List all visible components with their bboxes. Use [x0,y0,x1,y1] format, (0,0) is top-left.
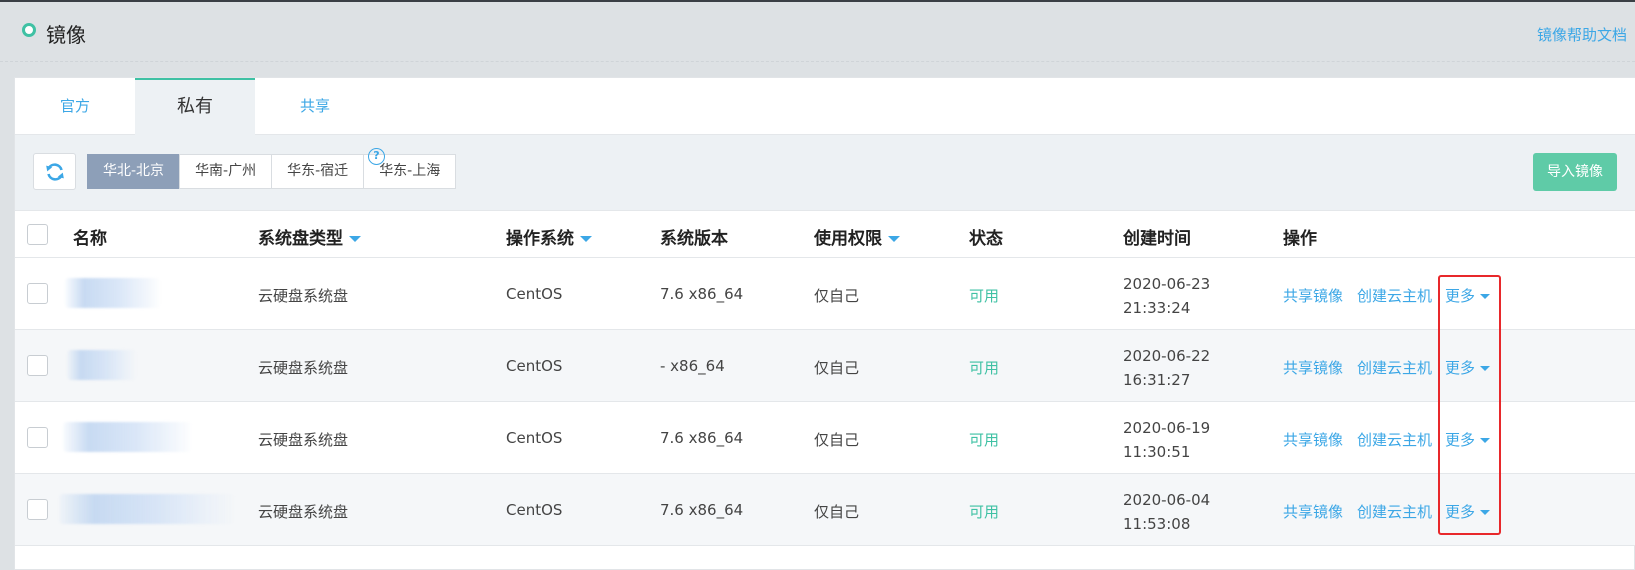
os-cell: CentOS [506,285,563,303]
row-checkbox[interactable] [27,283,48,304]
disk-type-cell: 云硬盘系统盘 [258,431,349,449]
table-row: 云硬盘系统盘 CentOS - x86_64 仅自己 可用 2020-06-22… [15,330,1635,402]
share-image-link[interactable]: 共享镜像 [1283,501,1343,522]
tab-official[interactable]: 官方 [15,78,135,135]
row-checkbox[interactable] [27,427,48,448]
tab-bar: 官方 私有 共享 [15,78,1635,135]
title-ring-icon [22,23,36,37]
created-cell: 2020-06-19 11:30:51 [1123,416,1210,464]
col-permission: 使用权限 [814,224,900,249]
image-panel: 官方 私有 共享 华北-北京 华南-广州 华东-宿迁 华东-上海 导入镜像 名称… [14,77,1635,570]
tab-private[interactable]: 私有 [135,78,255,135]
refresh-icon [46,163,64,181]
created-time: 11:30:51 [1123,443,1191,461]
table-header: 名称 系统盘类型 操作系统 系统版本 使用权限 状态 创建时间 操作 [15,211,1635,258]
refresh-button[interactable] [33,153,76,190]
region-selector: 华北-北京 华南-广州 华东-宿迁 华东-上海 [87,154,457,189]
col-created: 创建时间 [1123,229,1191,249]
status-cell: 可用 [969,431,1000,449]
permission-cell: 仅自己 [814,431,860,449]
disk-type-cell: 云硬盘系统盘 [258,359,349,377]
row-checkbox[interactable] [27,355,48,376]
permission-cell: 仅自己 [814,359,860,377]
name-redacted [67,350,137,380]
page-title: 镜像 [46,23,86,47]
created-cell: 2020-06-23 21:33:24 [1123,272,1210,320]
col-status: 状态 [969,229,1003,249]
col-disk-type-label: 系统盘类型 [258,229,343,249]
col-disk-type: 系统盘类型 [258,224,361,249]
name-redacted [63,422,193,452]
created-date: 2020-06-22 [1123,347,1211,365]
col-name: 名称 [73,229,107,249]
col-permission-label: 使用权限 [814,229,882,249]
status-cell: 可用 [969,503,1000,521]
table-row: 云硬盘系统盘 CentOS 7.6 x86_64 仅自己 可用 2020-06-… [15,402,1635,474]
col-os-label: 操作系统 [506,229,574,249]
share-image-link[interactable]: 共享镜像 [1283,429,1343,450]
status-cell: 可用 [969,287,1000,305]
created-cell: 2020-06-04 11:53:08 [1123,488,1210,536]
create-host-link[interactable]: 创建云主机 [1357,429,1432,450]
region-beijing[interactable]: 华北-北京 [87,154,181,189]
created-cell: 2020-06-22 16:31:27 [1123,344,1210,392]
select-all-checkbox[interactable] [27,224,48,245]
region-suqian[interactable]: 华东-宿迁 [271,154,365,189]
name-redacted [59,494,235,524]
version-cell: 7.6 x86_64 [660,429,744,447]
page-header: 镜像 镜像帮助文档 [0,2,1635,62]
created-date: 2020-06-04 [1123,491,1211,509]
permission-cell: 仅自己 [814,503,860,521]
question-mark-icon[interactable]: ? [368,148,385,165]
version-cell: - x86_64 [660,357,725,375]
table-row: 云硬盘系统盘 CentOS 7.6 x86_64 仅自己 可用 2020-06-… [15,474,1635,546]
permission-filter-icon[interactable] [888,236,900,242]
toolbar: 华北-北京 华南-广州 华东-宿迁 华东-上海 导入镜像 [15,135,1635,211]
os-cell: CentOS [506,429,563,447]
disk-type-cell: 云硬盘系统盘 [258,503,349,521]
tab-shared[interactable]: 共享 [255,78,375,135]
create-host-link[interactable]: 创建云主机 [1357,357,1432,378]
share-image-link[interactable]: 共享镜像 [1283,357,1343,378]
share-image-link[interactable]: 共享镜像 [1283,285,1343,306]
version-cell: 7.6 x86_64 [660,501,744,519]
disk-type-filter-icon[interactable] [349,236,361,242]
os-cell: CentOS [506,501,563,519]
row-checkbox[interactable] [27,499,48,520]
created-time: 11:53:08 [1123,515,1191,533]
col-actions: 操作 [1283,229,1317,249]
status-cell: 可用 [969,359,1000,377]
disk-type-cell: 云硬盘系统盘 [258,287,349,305]
os-filter-icon[interactable] [580,236,592,242]
help-doc-link[interactable]: 镜像帮助文档 [1537,24,1627,45]
create-host-link[interactable]: 创建云主机 [1357,285,1432,306]
created-time: 21:33:24 [1123,299,1191,317]
permission-cell: 仅自己 [814,287,860,305]
name-redacted [65,278,161,308]
region-guangzhou[interactable]: 华南-广州 [179,154,273,189]
create-host-link[interactable]: 创建云主机 [1357,501,1432,522]
col-version: 系统版本 [660,229,728,249]
created-time: 16:31:27 [1123,371,1191,389]
col-os: 操作系统 [506,224,592,249]
import-image-button[interactable]: 导入镜像 [1533,153,1617,191]
annotation-highlight-box [1438,275,1501,535]
created-date: 2020-06-19 [1123,419,1211,437]
table-row: 云硬盘系统盘 CentOS 7.6 x86_64 仅自己 可用 2020-06-… [15,258,1635,330]
os-cell: CentOS [506,357,563,375]
created-date: 2020-06-23 [1123,275,1211,293]
version-cell: 7.6 x86_64 [660,285,744,303]
